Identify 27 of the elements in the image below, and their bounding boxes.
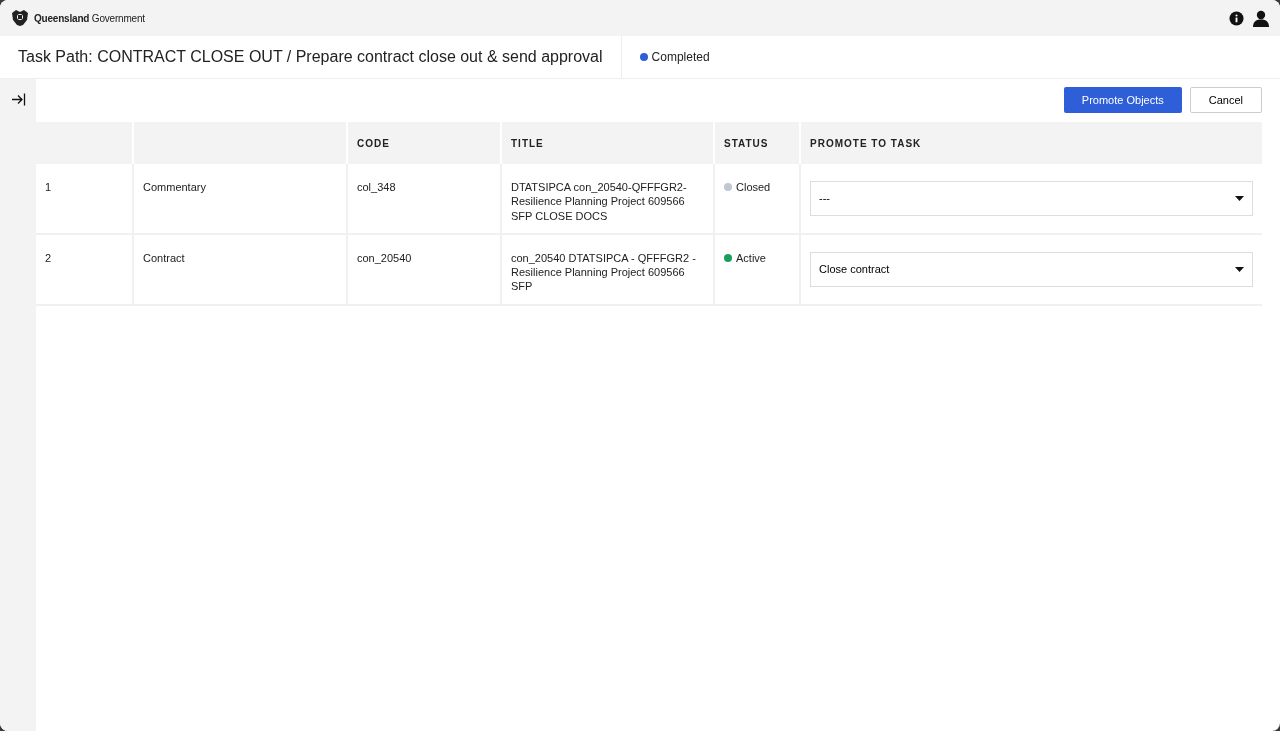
status-label: Closed	[736, 180, 771, 195]
info-icon[interactable]	[1229, 10, 1244, 26]
column-header: TITLE	[501, 122, 714, 164]
table-cell: Commentary	[133, 164, 347, 234]
task-dropdown[interactable]: Close contract	[810, 251, 1253, 287]
table-cell: con_20540 DTATSIPCA - QFFFGR2 - Resilience Planning Project 609566 SFP	[501, 233, 714, 305]
table-cell: Contract	[133, 233, 347, 305]
table-cell: DTATSIPCA con_20540-QFFFGR2- Resilience Planning Project 609566 SFP CLOSE DOCS	[501, 164, 714, 234]
column-header: STATUS	[714, 122, 800, 164]
column-header: PROMOTE TO TASK	[800, 122, 1262, 164]
promote-button[interactable]: Promote Objects	[1063, 87, 1182, 113]
crest-icon	[10, 8, 30, 28]
table-cell: con_20540	[347, 233, 501, 305]
user-icon[interactable]	[1252, 9, 1270, 27]
page-title: Task Path: CONTRACT CLOSE OUT / Prepare contract close out & send approval	[0, 36, 622, 78]
caret-icon	[1235, 196, 1244, 201]
expand-sidebar-icon[interactable]	[10, 93, 26, 106]
table-cell: col_348	[347, 164, 501, 234]
logo-text: Queensland Government	[34, 11, 145, 26]
column-header: CODE	[347, 122, 501, 164]
task-dropdown[interactable]: ---	[810, 181, 1253, 216]
table-cell: 1	[36, 164, 133, 234]
cancel-button[interactable]: Cancel	[1189, 87, 1262, 113]
caret-icon	[1235, 266, 1244, 272]
status-label: Active	[736, 250, 766, 266]
table-cell: 2	[36, 233, 133, 305]
status-label: Completed	[651, 49, 710, 66]
